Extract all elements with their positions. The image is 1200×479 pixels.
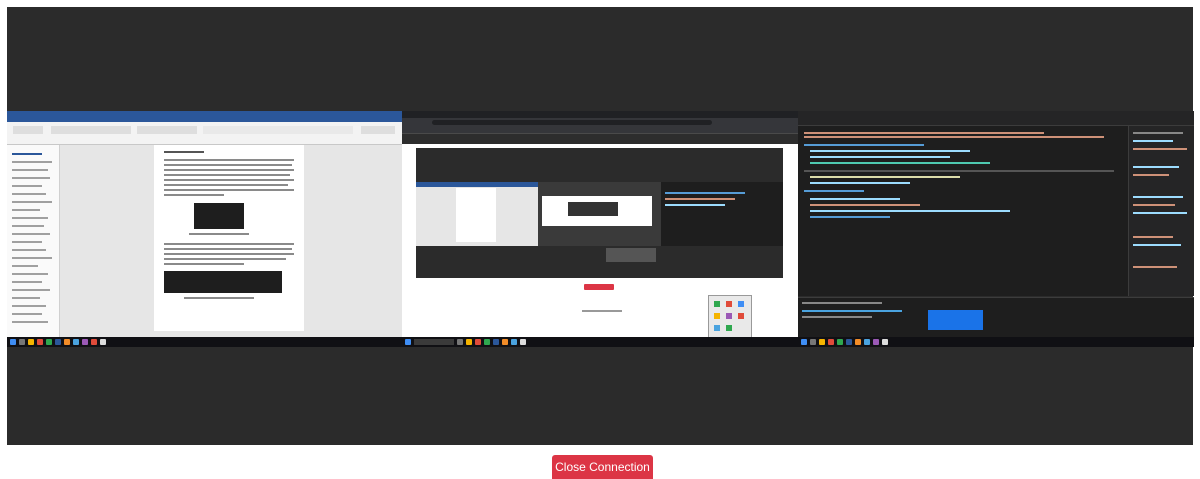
word-document-canvas [60, 145, 402, 337]
folder-icon [28, 339, 34, 345]
ribbon-editing-group [361, 126, 395, 134]
word-console-screenshot [164, 271, 282, 293]
app-icon [520, 339, 526, 345]
app-icon [873, 339, 879, 345]
page-footer-text [582, 310, 622, 312]
windows-start-icon [10, 339, 16, 345]
devtools-source-panel [798, 126, 1128, 296]
nested-popup [606, 248, 656, 262]
remote-screen-devtools[interactable] [798, 111, 1194, 347]
app-icon [511, 339, 517, 345]
remote-screen-browser[interactable] [402, 111, 798, 347]
ribbon-styles-group [203, 126, 353, 134]
app-icon [82, 339, 88, 345]
nested-screen-word [416, 182, 539, 246]
app-icon [37, 339, 43, 345]
taskbar-1 [7, 337, 402, 347]
nested-screens-strip [416, 182, 783, 246]
windows-start-icon [801, 339, 807, 345]
app-icon [855, 339, 861, 345]
app-icon [864, 339, 870, 345]
nested-remote-viewer [416, 148, 783, 278]
app-icon [484, 339, 490, 345]
close-connection-button[interactable]: Close Connection [552, 455, 653, 479]
devtools-highlight-box [928, 310, 983, 330]
remote-screens-strip [7, 111, 1194, 347]
word-code-screenshot [194, 203, 244, 229]
app-icon [502, 339, 508, 345]
word-ribbon [7, 116, 402, 145]
app-icon [837, 339, 843, 345]
browser-toolbar [402, 118, 798, 127]
folder-icon [819, 339, 825, 345]
devtools-console-panel [798, 297, 1194, 338]
app-icon [73, 339, 79, 345]
taskbar-overflow-popup [708, 295, 752, 339]
word-icon [55, 339, 61, 345]
word-document-page [154, 145, 304, 331]
taskbar-search-box [414, 339, 454, 345]
browser-tab-strip [402, 111, 798, 118]
search-icon [810, 339, 816, 345]
app-icon [846, 339, 852, 345]
app-icon [882, 339, 888, 345]
taskbar-2 [402, 337, 798, 347]
remote-screen-word[interactable] [7, 111, 402, 347]
devtools-styles-panel [1128, 126, 1194, 296]
app-icon [91, 339, 97, 345]
app-icon [100, 339, 106, 345]
taskbar-3 [798, 337, 1194, 347]
remote-screen-viewer [7, 7, 1194, 445]
app-icon [64, 339, 70, 345]
browser-bookmarks-bar [402, 127, 798, 134]
folder-icon [466, 339, 472, 345]
app-icon [457, 339, 463, 345]
nested-screen-devtools [660, 182, 783, 246]
app-icon [493, 339, 499, 345]
app-icon [46, 339, 52, 345]
app-icon [828, 339, 834, 345]
ribbon-font-group [51, 126, 131, 134]
nested-close-connection-button [584, 284, 614, 290]
search-icon [19, 339, 25, 345]
ribbon-clipboard-group [13, 126, 43, 134]
word-ribbon-tabs [7, 116, 402, 122]
devtools-toolbar [798, 111, 1194, 126]
site-navbar [402, 134, 798, 144]
windows-start-icon [405, 339, 411, 345]
app-icon [475, 339, 481, 345]
browser-address-bar [432, 120, 712, 125]
ribbon-paragraph-group [137, 126, 197, 134]
nested-screen-browser [538, 182, 661, 246]
word-navigation-pane [7, 145, 60, 337]
